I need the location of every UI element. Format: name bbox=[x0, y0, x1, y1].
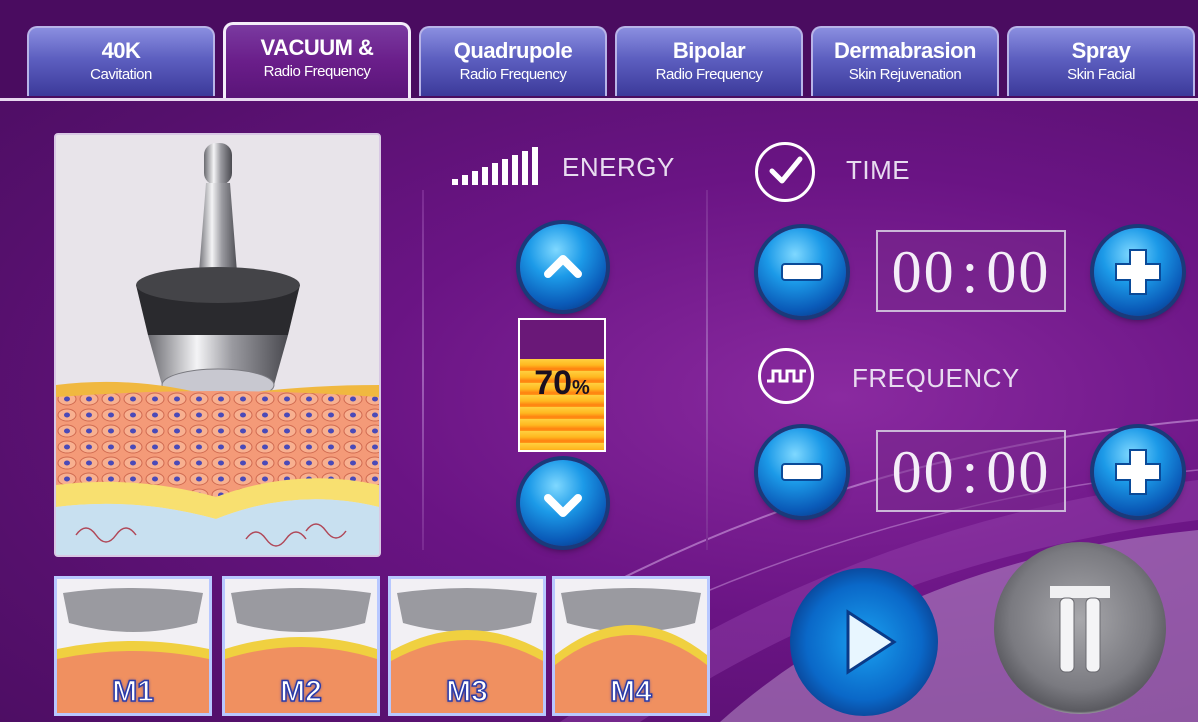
tab-quadrupole-radio-frequency[interactable]: Quadrupole Radio Frequency bbox=[419, 26, 607, 96]
tab-subtitle: Skin Facial bbox=[1067, 66, 1135, 83]
chevron-down-icon bbox=[544, 494, 582, 517]
tab-subtitle: Skin Rejuvenation bbox=[848, 66, 962, 83]
energy-down-button[interactable] bbox=[520, 460, 606, 546]
handpiece-illustration bbox=[54, 133, 381, 557]
mode-m1-button[interactable]: M1 bbox=[54, 576, 212, 716]
mode-m3-button[interactable]: M3 bbox=[388, 576, 546, 716]
time-hours: 00 bbox=[891, 239, 956, 305]
mode-m2-button[interactable]: M2 bbox=[222, 576, 380, 716]
check-circle-icon bbox=[755, 142, 815, 202]
pause-icon bbox=[1050, 586, 1110, 673]
frequency-minutes: 00 bbox=[986, 439, 1051, 505]
tab-subtitle: Radio Frequency bbox=[459, 66, 567, 83]
energy-value-number: 70 bbox=[534, 364, 573, 402]
time-separator: : bbox=[961, 239, 981, 305]
plus-icon bbox=[1115, 249, 1161, 295]
tab-bipolar-radio-frequency[interactable]: Bipolar Radio Frequency bbox=[615, 26, 803, 96]
chevron-up-icon bbox=[544, 255, 582, 278]
pause-button[interactable] bbox=[994, 542, 1166, 714]
frequency-separator: : bbox=[961, 439, 981, 505]
frequency-plus-button[interactable] bbox=[1094, 428, 1182, 516]
tab-dermabrasion[interactable]: Dermabrasion Skin Rejuvenation bbox=[811, 26, 999, 96]
tab-bar: 40K Cavitation VACUUM & Radio Frequency … bbox=[0, 0, 1198, 101]
tab-spray-skin-facial[interactable]: Spray Skin Facial bbox=[1007, 26, 1195, 96]
handpiece-drawing bbox=[56, 135, 379, 555]
tab-subtitle: Radio Frequency bbox=[655, 66, 763, 83]
check-mark bbox=[769, 156, 803, 184]
frequency-label: FREQUENCY bbox=[852, 363, 1020, 393]
panel-divider bbox=[422, 190, 424, 550]
tab-title: Spray bbox=[1071, 38, 1131, 63]
minus-icon bbox=[781, 463, 823, 481]
control-panel: 40K Cavitation VACUUM & Radio Frequency … bbox=[0, 0, 1198, 722]
wave-mark bbox=[767, 369, 806, 383]
time-plus-button[interactable] bbox=[1094, 228, 1182, 316]
handle-ring-top bbox=[136, 267, 300, 303]
handle-top bbox=[204, 143, 232, 185]
signal-bars-icon bbox=[452, 147, 538, 185]
tab-title: 40K bbox=[101, 38, 141, 63]
tab-title: VACUUM & bbox=[260, 35, 374, 60]
tab-subtitle: Radio Frequency bbox=[263, 63, 371, 80]
energy-up-button[interactable] bbox=[520, 224, 606, 310]
mode-label: M3 bbox=[445, 674, 488, 709]
time-minus-button[interactable] bbox=[758, 228, 846, 316]
start-button[interactable] bbox=[790, 568, 938, 716]
time-label: TIME bbox=[846, 155, 911, 185]
frequency-display: 00:00 bbox=[876, 430, 1066, 512]
tab-vacuum-radio-frequency[interactable]: VACUUM & Radio Frequency bbox=[223, 22, 411, 98]
mode-label: M4 bbox=[609, 674, 652, 709]
tab-title: Dermabrasion bbox=[834, 38, 976, 63]
tab-40k-cavitation[interactable]: 40K Cavitation bbox=[27, 26, 215, 96]
minus-icon bbox=[781, 263, 823, 281]
mode-label: M2 bbox=[279, 674, 322, 709]
energy-label: ENERGY bbox=[562, 152, 675, 182]
energy-value: 70% bbox=[520, 364, 604, 403]
mode-label: M1 bbox=[111, 674, 154, 709]
play-icon bbox=[846, 609, 897, 675]
time-minutes: 00 bbox=[986, 239, 1051, 305]
plus-icon bbox=[1115, 449, 1161, 495]
panel-divider bbox=[706, 190, 708, 550]
tab-subtitle: Cavitation bbox=[90, 66, 152, 83]
time-display: 00:00 bbox=[876, 230, 1066, 312]
energy-meter: 70% bbox=[518, 318, 606, 452]
tab-title: Quadrupole bbox=[453, 38, 573, 63]
frequency-minus-button[interactable] bbox=[758, 428, 846, 516]
square-wave-icon bbox=[758, 348, 814, 404]
frequency-hours: 00 bbox=[891, 439, 956, 505]
energy-unit: % bbox=[572, 377, 590, 399]
mode-m4-button[interactable]: M4 bbox=[552, 576, 710, 716]
tab-title: Bipolar bbox=[672, 38, 746, 63]
